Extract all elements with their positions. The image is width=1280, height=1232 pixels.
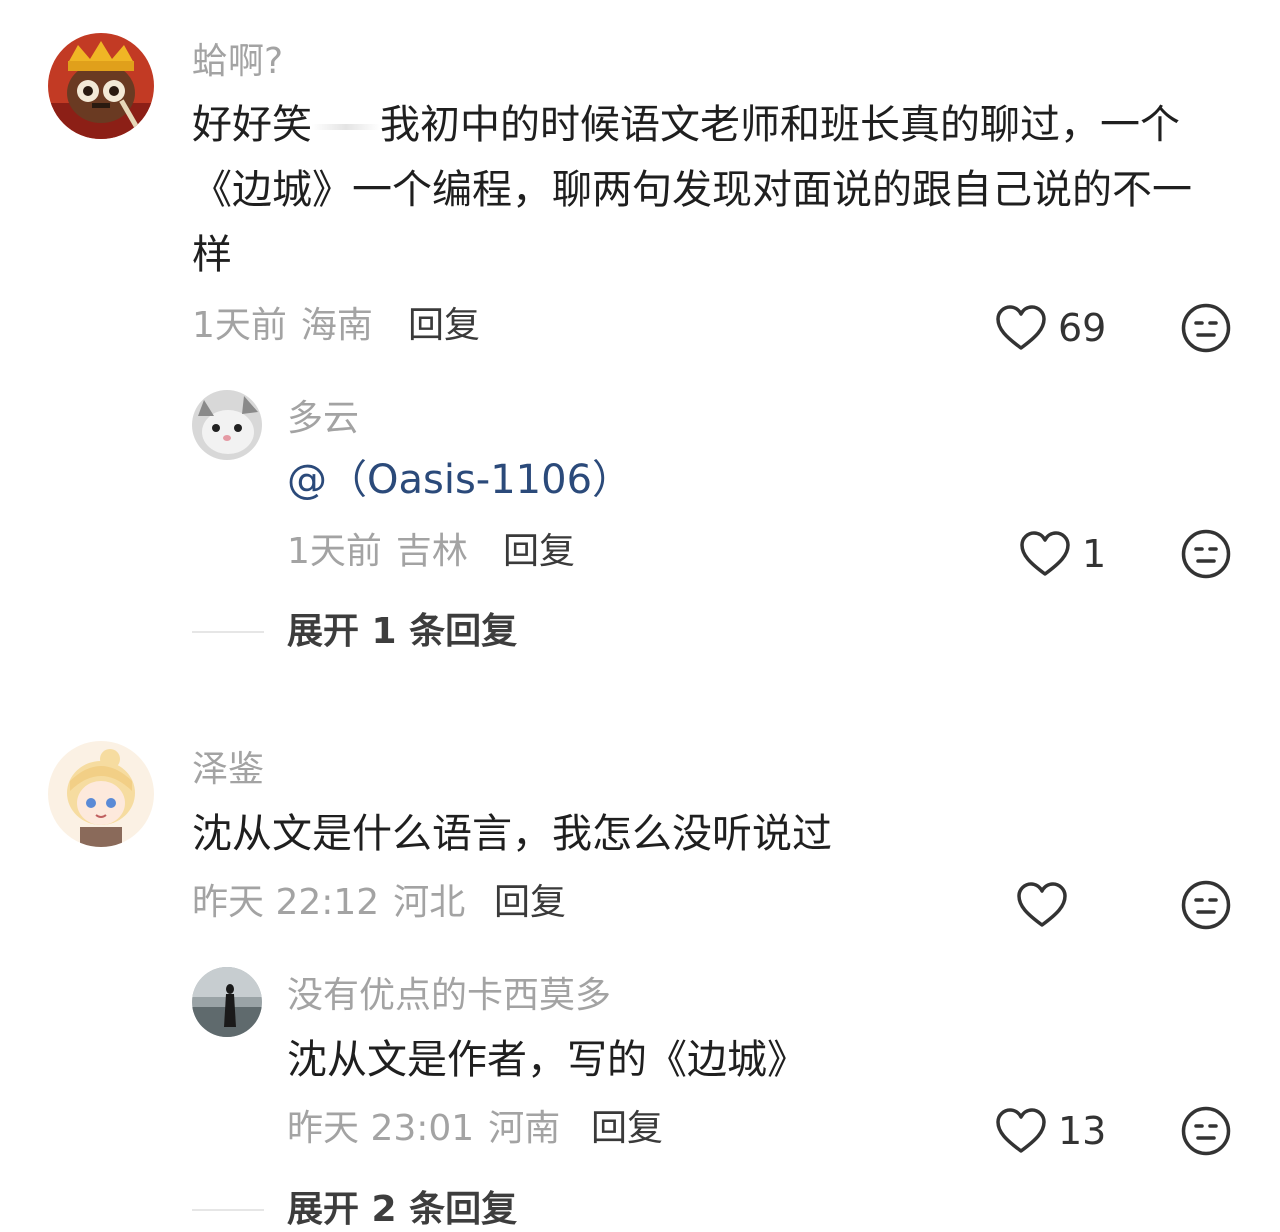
- reply-button[interactable]: 回复: [503, 530, 575, 574]
- comment-text: 好好笑 我初中的时候语文老师和班长真的聊过，一个 《边城》一个编程，聊两句发现对面…: [192, 93, 1232, 288]
- neutral-face-icon: [1181, 529, 1231, 579]
- comment-text-line: 《边城》一个编程，聊两句发现对面说的跟自己说的不一: [192, 167, 1192, 213]
- avatar-image-cat: [192, 390, 262, 460]
- avatar[interactable]: [48, 33, 154, 139]
- avatar-image-silhouette: [192, 967, 262, 1037]
- comment-text-part: 我初中的时候语文老师和班长真的聊过，一个: [380, 102, 1180, 148]
- comment-username[interactable]: 泽鉴: [192, 748, 264, 792]
- expand-divider: [192, 631, 264, 633]
- reply-meta: 1天前 吉林: [287, 530, 468, 574]
- comment-location: 海南: [300, 305, 373, 346]
- like-count: 1: [1082, 532, 1107, 576]
- comment-location: 河北: [393, 882, 466, 923]
- comment-text-part: 好好笑: [192, 102, 312, 148]
- neutral-face-icon: [1181, 880, 1231, 930]
- reply-button[interactable]: 回复: [591, 1107, 663, 1151]
- dislike-button[interactable]: [1180, 1105, 1232, 1157]
- comment-text: 沈从文是什么语言，我怎么没听说过: [192, 811, 832, 857]
- avatar[interactable]: [192, 967, 262, 1037]
- avatar-image-anime-girl: [48, 741, 154, 847]
- comment-text-line: 样: [192, 232, 232, 278]
- avatar[interactable]: [48, 741, 154, 847]
- reply-text: @（Oasis-1106）: [287, 452, 632, 508]
- like-button[interactable]: 13: [994, 1103, 1106, 1159]
- heart-outline-icon: [1020, 531, 1070, 576]
- reply-text: 沈从文是作者，写的《边城》: [287, 1037, 807, 1083]
- comment-time: 昨天 22:12: [192, 882, 380, 923]
- reply-button[interactable]: 回复: [408, 304, 480, 348]
- like-count: 69: [1058, 306, 1107, 350]
- heart-outline-icon: [996, 1108, 1046, 1153]
- comment-time: 1天前: [192, 305, 287, 346]
- heart-outline-icon: [996, 305, 1046, 350]
- comment-meta: 1天前 海南: [192, 304, 373, 348]
- dislike-button[interactable]: [1180, 302, 1232, 354]
- neutral-face-icon: [1181, 303, 1231, 353]
- reply-username[interactable]: 没有优点的卡西莫多: [287, 974, 611, 1018]
- reply-username[interactable]: 多云: [287, 397, 359, 441]
- heart-outline-icon: [1017, 882, 1067, 927]
- reply-location: 河南: [488, 1108, 561, 1149]
- like-button[interactable]: 69: [994, 300, 1106, 356]
- expand-replies-button[interactable]: 展开 2 条回复: [287, 1188, 517, 1232]
- comment-meta: 昨天 22:12 河北: [192, 881, 465, 925]
- reply-button[interactable]: 回复: [494, 881, 566, 925]
- reply-location: 吉林: [395, 531, 468, 572]
- avatar-image-crown-character: [48, 33, 154, 139]
- expand-divider: [192, 1209, 264, 1211]
- dislike-button[interactable]: [1180, 879, 1232, 931]
- reply-meta: 昨天 23:01 河南: [287, 1107, 560, 1151]
- reply-time: 昨天 23:01: [287, 1108, 475, 1149]
- avatar[interactable]: [192, 390, 262, 460]
- expand-replies-button[interactable]: 展开 1 条回复: [287, 610, 517, 654]
- mention-link[interactable]: @（Oasis-1106）: [287, 457, 632, 503]
- reply-time: 1天前: [287, 531, 382, 572]
- like-button[interactable]: [1015, 877, 1079, 933]
- like-count: 13: [1058, 1109, 1107, 1153]
- like-button[interactable]: 1: [1018, 526, 1106, 582]
- neutral-face-icon: [1181, 1106, 1231, 1156]
- blurred-emoji: [312, 124, 380, 130]
- dislike-button[interactable]: [1180, 528, 1232, 580]
- comment-username[interactable]: 蛤啊?: [192, 40, 283, 84]
